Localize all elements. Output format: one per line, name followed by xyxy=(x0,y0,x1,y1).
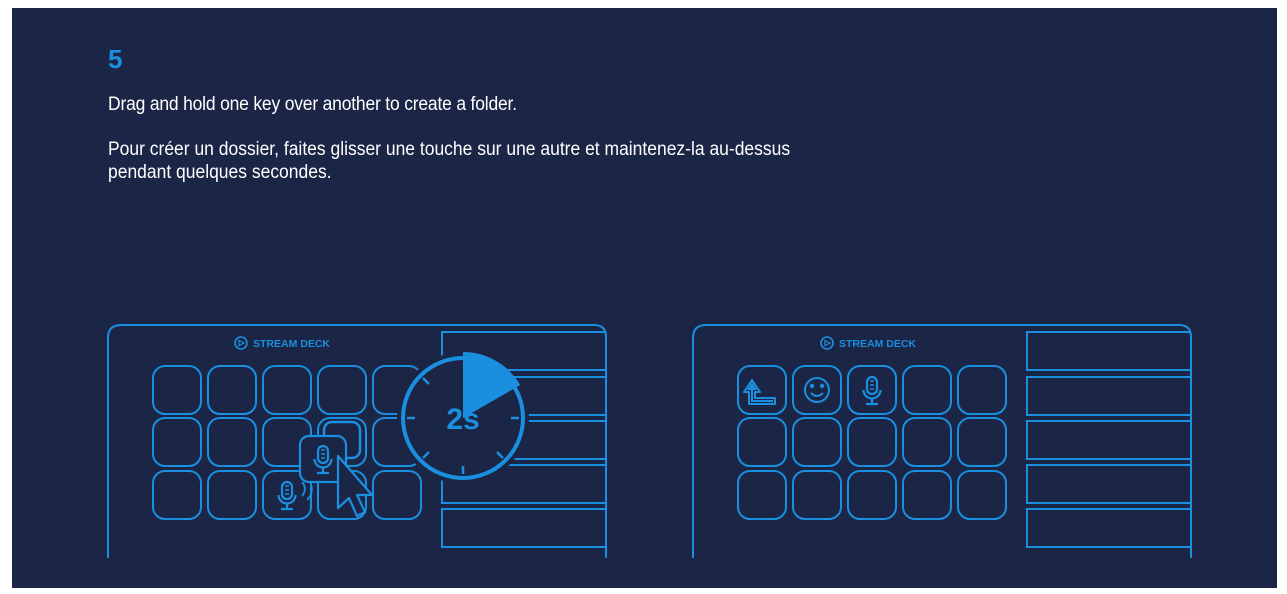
elgato-logo-icon xyxy=(820,336,834,350)
key-grid-left xyxy=(152,365,422,520)
side-slots-right xyxy=(1026,331,1191,548)
stream-deck-illustration: STREAM DECK 2s STREAM DECK xyxy=(107,324,1192,558)
brand-label-right: STREAM DECK xyxy=(839,338,916,350)
elgato-logo-icon xyxy=(234,336,248,350)
stopwatch-icon: 2s xyxy=(397,352,529,484)
stream-deck-left: STREAM DECK 2s xyxy=(107,324,607,558)
brand-label-left: STREAM DECK xyxy=(253,338,330,350)
instruction-panel: 5 Drag and hold one key over another to … xyxy=(12,8,1277,588)
stream-deck-right: STREAM DECK xyxy=(692,324,1192,558)
timer-label: 2s xyxy=(446,403,479,436)
